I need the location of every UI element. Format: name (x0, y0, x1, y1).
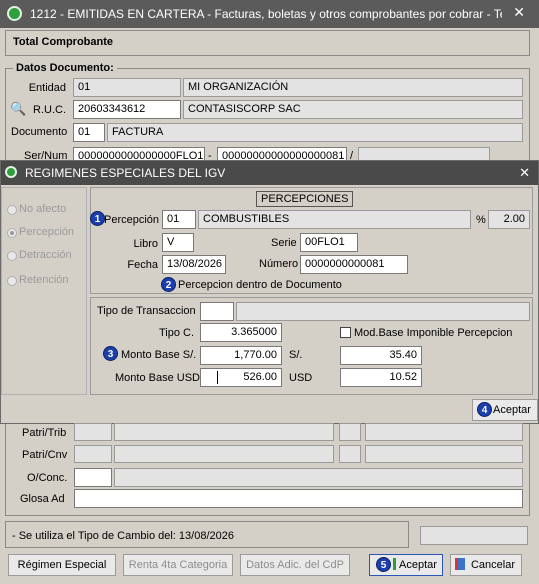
tipo-c-label: Tipo C. (158, 327, 194, 339)
fecha-input[interactable]: 13/08/2026 (162, 255, 226, 274)
oconc-desc-field[interactable] (114, 468, 523, 487)
entidad-name-field[interactable]: MI ORGANIZACIÓN (183, 78, 523, 97)
accept-icon (393, 558, 401, 570)
documento-label: Documento (11, 126, 68, 138)
main-aceptar-label: Aceptar (399, 559, 437, 571)
tipo-cambio-box: - Se utiliza el Tipo de Cambio del: 13/0… (5, 521, 409, 548)
mod-base-label: Mod.Base Imponible Percepcion (354, 327, 513, 339)
patri-trib-field-4[interactable] (365, 423, 523, 441)
entidad-label: Entidad (28, 82, 66, 94)
percepcion-label: Percepción (104, 214, 160, 226)
option-no-afecto-label: No afecto (19, 203, 67, 215)
dialog-numero-input[interactable]: 0000000000081 (300, 255, 408, 274)
tipo-transaccion-label: Tipo de Transaccion (97, 305, 196, 317)
patri-cnv-field-3[interactable] (339, 445, 361, 463)
dialog-aceptar-label: Aceptar (493, 404, 531, 416)
cancel-icon (455, 558, 465, 570)
badge-5: 5 (376, 557, 391, 572)
oconc-input[interactable] (74, 468, 112, 487)
percepcion-name-field[interactable]: COMBUSTIBLES (198, 210, 471, 229)
main-title-bar[interactable]: 1212 - EMITIDAS EN CARTERA - Facturas, b… (0, 0, 539, 28)
radio-retencion[interactable] (7, 276, 17, 286)
datos-documento-title: Datos Documento: (13, 62, 117, 74)
libro-label: Libro (133, 238, 158, 250)
percepciones-section-title: PERCEPCIONES (256, 191, 354, 207)
datos-adic-button[interactable]: Datos Adic. del CdP (240, 554, 350, 576)
main-window-title: 1212 - EMITIDAS EN CARTERA - Facturas, b… (30, 7, 502, 21)
patri-trib-field-3[interactable] (339, 423, 361, 441)
percepcion-pct-symbol: % (476, 214, 486, 226)
badge-1: 1 (90, 211, 105, 226)
ruc-label: R.U.C. (33, 104, 66, 116)
entidad-code-field[interactable]: 01 (73, 78, 181, 97)
percepcion-soles-field[interactable]: 35.40 (340, 346, 422, 365)
radio-no-afecto[interactable] (7, 205, 17, 215)
tipo-transaccion-desc-field[interactable] (236, 302, 530, 321)
fecha-label: Fecha (127, 259, 158, 271)
badge-4: 4 (477, 402, 492, 417)
cancelar-label: Cancelar (470, 559, 516, 571)
badge-3: 3 (103, 346, 118, 361)
renta-4ta-button[interactable]: Renta 4ta Categoria (123, 554, 233, 576)
dialog-serie-input[interactable]: 00FLO1 (300, 233, 358, 252)
tipo-cambio-extra-field[interactable] (420, 526, 528, 545)
documento-name-field[interactable]: FACTURA (107, 123, 523, 142)
total-comprobante-label: Total Comprobante (13, 36, 114, 48)
patri-cnv-label: Patri/Cnv (22, 449, 68, 461)
monto-base-soles-input[interactable]: 1,770.00 (200, 346, 282, 365)
patri-cnv-field-1[interactable] (74, 445, 112, 463)
patri-trib-label: Patri/Trib (22, 427, 67, 439)
usd-currency-label: USD (289, 372, 313, 384)
ruc-name-field[interactable]: CONTASISCORP SAC (183, 100, 523, 119)
tipo-cambio-note: - Se utiliza el Tipo de Cambio del: 13/0… (12, 530, 234, 542)
monto-base-soles-label: Monto Base S/. (121, 349, 197, 361)
percepcion-pct-field[interactable]: 2.00 (488, 210, 530, 229)
tipo-transaccion-input[interactable] (200, 302, 234, 321)
total-comprobante-box: Total Comprobante (5, 30, 530, 56)
percepcion-code-input[interactable]: 01 (162, 210, 196, 229)
mod-base-checkbox[interactable] (340, 327, 351, 338)
libro-input[interactable]: V (162, 233, 194, 252)
glosa-label: Glosa Ad (20, 493, 65, 505)
option-retencion-label: Retención (19, 274, 69, 286)
text-cursor (217, 371, 218, 384)
soles-currency-label: S/. (289, 349, 303, 361)
option-percepcion-label: Percepción (19, 226, 75, 238)
dialog-title: REGIMENES ESPECIALES DEL IGV (25, 166, 226, 180)
badge-2: 2 (161, 277, 176, 292)
regimenes-dialog: REGIMENES ESPECIALES DEL IGV ✕ No afecto… (0, 160, 539, 424)
radio-percepcion[interactable] (7, 228, 17, 238)
documento-code-input[interactable]: 01 (73, 123, 105, 142)
search-icon[interactable]: 🔍 (10, 101, 26, 117)
dialog-close-icon[interactable]: ✕ (519, 165, 530, 181)
patri-trib-field-2[interactable] (114, 423, 334, 441)
patri-cnv-field-4[interactable] (365, 445, 523, 463)
monto-base-usd-input[interactable]: 526.00 (200, 368, 282, 387)
main-close-icon[interactable]: ✕ (513, 4, 525, 21)
percepcion-usd-field[interactable]: 10.52 (340, 368, 422, 387)
dialog-title-bar[interactable]: REGIMENES ESPECIALES DEL IGV ✕ (1, 161, 538, 185)
ruc-input[interactable]: 20603343612 (73, 100, 181, 119)
app-logo-icon (7, 6, 22, 21)
monto-base-usd-label: Monto Base USD (115, 372, 200, 384)
tipo-c-input[interactable]: 3.365000 (200, 323, 282, 342)
regimen-especial-button[interactable]: Régimen Especial (8, 554, 116, 576)
regimen-options-panel (1, 187, 87, 395)
option-detraccion-label: Detracción (19, 249, 72, 261)
patri-cnv-field-2[interactable] (114, 445, 334, 463)
oconc-label: O/Conc. (27, 472, 68, 484)
dialog-logo-icon (5, 166, 17, 178)
percepcion-note: Percepcion dentro de Documento (178, 279, 342, 291)
glosa-input[interactable] (74, 489, 523, 508)
radio-detraccion[interactable] (7, 251, 17, 261)
serie-label: Serie (271, 237, 297, 249)
numero-label: Número (259, 258, 299, 270)
patri-trib-field-1[interactable] (74, 423, 112, 441)
